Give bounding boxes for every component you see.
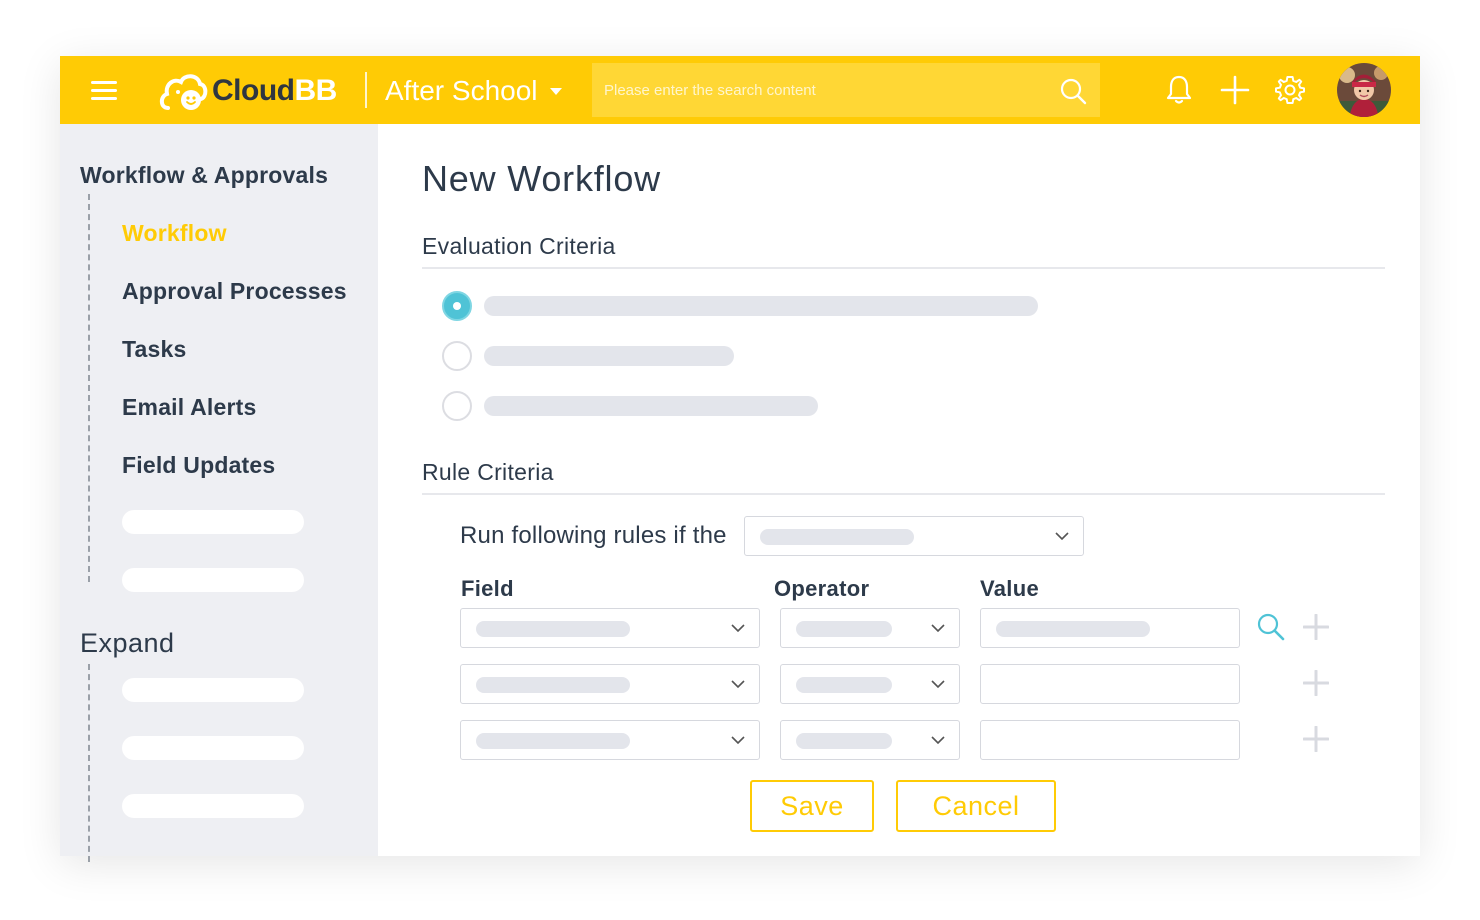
cloudbb-logo[interactable]: CloudBB [158,70,338,112]
avatar-image [1337,63,1391,117]
radio-option-label-placeholder [484,296,1038,316]
add-row-plus-icon[interactable] [1303,670,1329,696]
search-box [592,63,1100,117]
operator-select[interactable] [780,664,960,704]
section-divider [422,493,1385,495]
bell-icon[interactable] [1166,74,1192,106]
sidebar-section-title: Workflow & Approvals [80,162,329,188]
radio-option-3[interactable] [442,391,472,421]
chevron-down-icon [931,680,945,689]
tree-line [88,194,90,582]
run-rules-label: Run following rules if the [460,522,727,549]
search-icon[interactable] [1060,78,1088,106]
radio-option-label-placeholder [484,346,734,366]
main-content: New Workflow Evaluation Criteria Rule Cr… [378,124,1420,856]
sidebar-placeholder-item[interactable] [122,794,304,818]
sidebar-placeholder-item[interactable] [122,568,304,592]
sidebar-placeholder-item[interactable] [122,678,304,702]
avatar[interactable] [1337,63,1391,117]
org-name: After School [385,75,538,106]
field-select[interactable] [460,720,760,760]
rule-criteria-title: Rule Criteria [422,459,554,485]
menu-icon[interactable] [91,81,117,101]
org-selector[interactable]: After School [385,74,562,108]
chevron-down-icon [931,736,945,745]
logo-face-icon [159,74,208,110]
radio-option-2[interactable] [442,341,472,371]
page-title: New Workflow [422,158,661,199]
sidebar-expand-title: Expand [80,628,175,658]
value-input[interactable] [980,608,1240,648]
field-select[interactable] [460,664,760,704]
value-input[interactable] [980,720,1240,760]
logo-text-bb: BB [294,74,337,107]
sidebar-placeholder-item[interactable] [122,510,304,534]
cancel-button[interactable]: Cancel [896,780,1056,832]
rule-condition-select[interactable] [744,516,1084,556]
logo-text-cloud: Cloud [212,74,295,107]
app-window: CloudBB After School Please enter the se… [60,56,1420,862]
chevron-down-icon [731,736,745,745]
sidebar-item-email-alerts[interactable]: Email Alerts [122,394,257,421]
gear-icon[interactable] [1275,74,1305,106]
operator-select[interactable] [780,720,960,760]
logo-text: CloudBB [212,74,337,108]
evaluation-criteria-title: Evaluation Criteria [422,233,616,259]
chevron-down-icon [731,624,745,633]
sidebar-item-workflow[interactable]: Workflow [122,220,227,247]
chevron-down-icon [931,624,945,633]
section-divider [422,267,1385,269]
tree-line [88,664,90,862]
sidebar-item-tasks[interactable]: Tasks [122,336,187,363]
sidebar-item-field-updates[interactable]: Field Updates [122,452,275,479]
value-column-label: Value [980,576,1039,601]
add-row-plus-icon[interactable] [1303,614,1329,640]
header-divider [365,72,367,108]
chevron-down-icon [1055,532,1069,541]
value-input[interactable] [980,664,1240,704]
chevron-down-icon [731,680,745,689]
radio-option-label-placeholder [484,396,818,416]
field-select[interactable] [460,608,760,648]
sidebar: Workflow & Approvals Workflow Approval P… [60,124,378,862]
search-input[interactable] [592,63,1032,117]
sidebar-placeholder-item[interactable] [122,736,304,760]
top-bar: CloudBB After School [60,56,1420,124]
plus-icon[interactable] [1220,74,1250,106]
radio-option-1[interactable] [442,291,472,321]
caret-down-icon [549,87,562,95]
save-button[interactable]: Save [750,780,874,832]
add-row-plus-icon[interactable] [1303,726,1329,752]
lookup-search-icon[interactable] [1256,612,1286,642]
sidebar-item-approval-processes[interactable]: Approval Processes [122,278,347,305]
operator-column-label: Operator [774,576,870,601]
field-column-label: Field [461,576,514,601]
operator-select[interactable] [780,608,960,648]
